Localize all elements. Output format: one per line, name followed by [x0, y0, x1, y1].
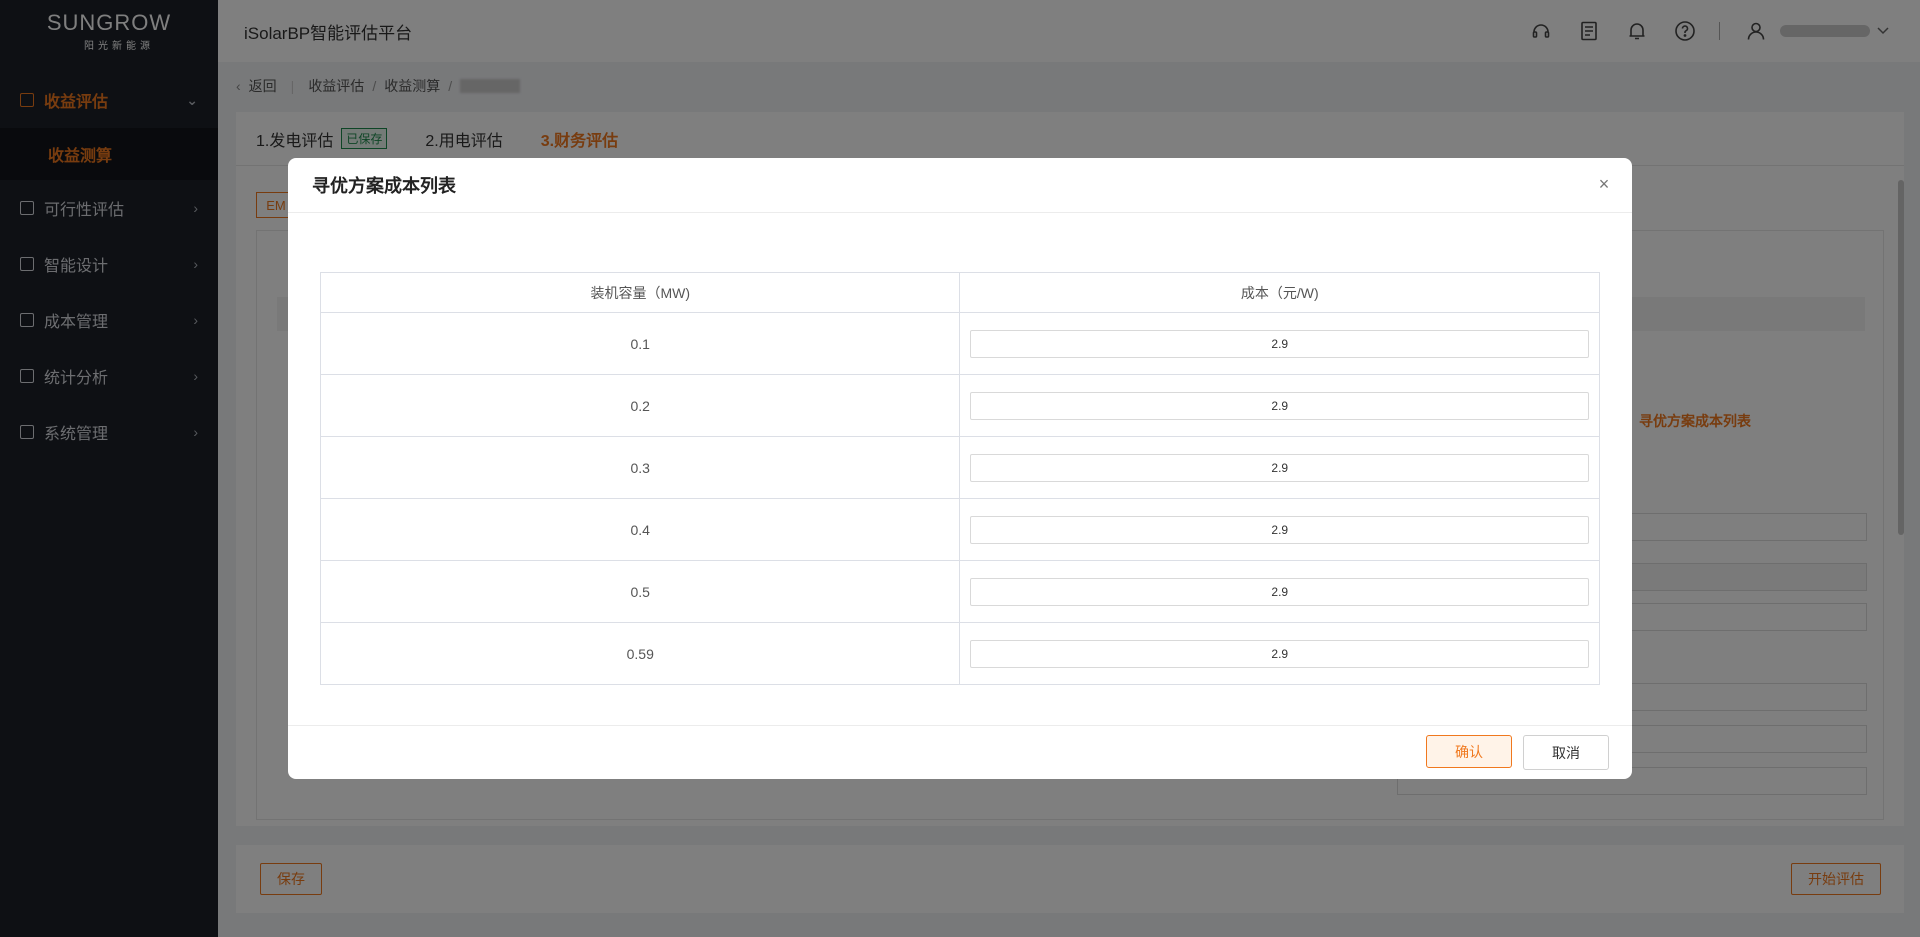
cost-input[interactable] [970, 515, 1589, 544]
cost-input[interactable] [970, 391, 1589, 420]
capacity-cell: 0.59 [319, 622, 961, 685]
column-header-cost: 成本（元/W) [959, 272, 1600, 313]
table-row: 0.59 [319, 622, 1600, 685]
cost-table: 装机容量（MW) 成本（元/W) 0.1 0.2 0.3 0.4 0.5 [319, 272, 1600, 685]
cost-input[interactable] [970, 639, 1589, 668]
table-row: 0.4 [319, 498, 1600, 561]
cost-cell [959, 622, 1600, 685]
capacity-cell: 0.5 [319, 560, 961, 623]
cost-input[interactable] [970, 329, 1589, 358]
cancel-button[interactable]: 取消 [1523, 735, 1609, 770]
close-icon[interactable]: × [1596, 175, 1612, 193]
cost-input[interactable] [970, 577, 1589, 606]
capacity-cell: 0.3 [319, 436, 961, 499]
modal-header: 寻优方案成本列表 [288, 158, 1632, 213]
cost-list-modal: 寻优方案成本列表 × 装机容量（MW) 成本（元/W) 0.1 0.2 0.3 [288, 158, 1632, 779]
capacity-cell: 0.1 [319, 312, 961, 375]
table-row: 0.2 [319, 374, 1600, 437]
modal-title: 寻优方案成本列表 [312, 176, 456, 196]
modal-footer: 确认 取消 [288, 725, 1632, 779]
cost-cell [959, 560, 1600, 623]
table-row: 0.1 [319, 312, 1600, 375]
cost-cell [959, 374, 1600, 437]
capacity-cell: 0.2 [319, 374, 961, 437]
capacity-cell: 0.4 [319, 498, 961, 561]
column-header-capacity: 装机容量（MW) [319, 272, 961, 313]
table-row: 0.5 [319, 560, 1600, 623]
table-header-row: 装机容量（MW) 成本（元/W) [319, 272, 1600, 313]
cost-cell [959, 312, 1600, 375]
cost-cell [959, 436, 1600, 499]
cost-cell [959, 498, 1600, 561]
cost-input[interactable] [970, 453, 1589, 482]
table-row: 0.3 [319, 436, 1600, 499]
confirm-button[interactable]: 确认 [1426, 735, 1512, 768]
